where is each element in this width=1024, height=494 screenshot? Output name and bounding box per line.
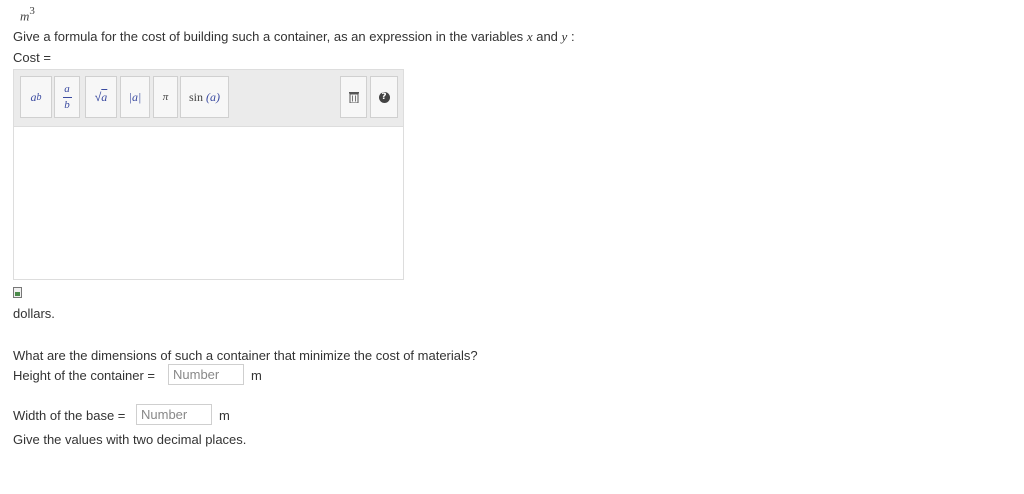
- formula-prompt: Give a formula for the cost of building …: [13, 29, 575, 45]
- colon: :: [570, 29, 575, 44]
- power-exponent: b: [36, 91, 42, 103]
- pi-label: π: [162, 91, 169, 103]
- abs-button[interactable]: |a|: [120, 76, 150, 118]
- variable-x: x: [526, 29, 533, 44]
- precision-note: Give the values with two decimal places.: [13, 432, 247, 447]
- trash-icon: [348, 92, 359, 103]
- height-label: Height of the container =: [13, 368, 156, 383]
- dollars-unit: dollars.: [13, 306, 55, 321]
- formula-prompt-text: Give a formula for the cost of building …: [13, 29, 524, 44]
- fraction-button[interactable]: a b: [54, 76, 80, 118]
- question-icon: ?: [378, 91, 390, 103]
- sqrt-button[interactable]: √ a: [85, 76, 117, 118]
- math-toolbar: ab a b √ a |a| π sin (a) ?: [14, 70, 403, 127]
- height-unit: m: [251, 368, 262, 383]
- math-editor: ab a b √ a |a| π sin (a) ?: [13, 69, 404, 280]
- power-button[interactable]: ab: [20, 76, 52, 118]
- variable-y: y: [561, 29, 568, 44]
- abs-label: |a|: [128, 89, 142, 104]
- clear-button[interactable]: [340, 76, 367, 118]
- fraction-numerator: a: [64, 82, 70, 95]
- fraction-bar: [62, 96, 72, 98]
- help-button[interactable]: ?: [370, 76, 398, 118]
- sqrt-argument: a: [101, 89, 108, 104]
- width-input[interactable]: [136, 404, 212, 425]
- height-input[interactable]: [168, 364, 244, 385]
- fraction-icon: a b: [62, 82, 72, 111]
- sin-fn: sin: [188, 89, 203, 104]
- sqrt-symbol: √: [94, 90, 102, 104]
- width-unit: m: [219, 408, 230, 423]
- fraction-denominator: b: [64, 98, 70, 111]
- unit-base: m: [20, 8, 30, 24]
- unit-exponent: 3: [29, 5, 35, 17]
- broken-image-icon: [13, 287, 22, 298]
- sin-button[interactable]: sin (a): [180, 76, 229, 118]
- pi-button[interactable]: π: [153, 76, 178, 118]
- width-label: Width of the base =: [13, 408, 126, 423]
- question-dimensions: What are the dimensions of such a contai…: [13, 348, 478, 363]
- cost-label: Cost =: [13, 50, 51, 65]
- sin-arg: (a): [206, 89, 220, 104]
- and-word: and: [536, 29, 558, 44]
- math-input-area[interactable]: [14, 127, 403, 279]
- previous-answer-unit: m3: [20, 5, 35, 24]
